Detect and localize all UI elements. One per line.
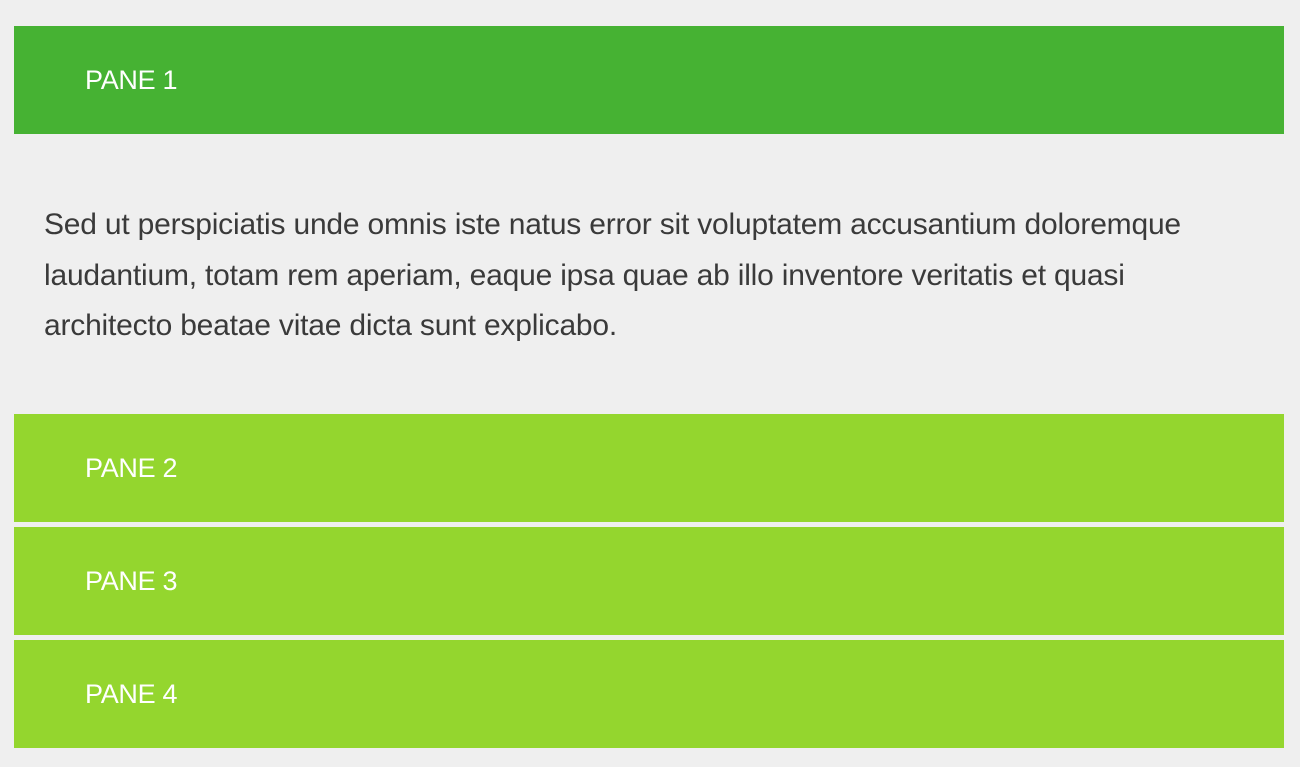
pane-1-content: Sed ut perspiciatis unde omnis iste natu… [44,208,1181,342]
pane-2-header[interactable]: PANE 2 [14,414,1284,522]
pane-1-title: PANE 1 [85,64,178,95]
pane-4-header[interactable]: PANE 4 [14,640,1284,748]
pane-2-title: PANE 2 [85,452,178,483]
pane-4-title: PANE 4 [85,678,178,709]
pane-3-title: PANE 3 [85,565,178,596]
pane-1-body: Sed ut perspiciatis unde omnis iste natu… [14,134,1284,414]
accordion: PANE 1 Sed ut perspiciatis unde omnis is… [14,26,1284,748]
pane-3-header[interactable]: PANE 3 [14,527,1284,635]
pane-1-header[interactable]: PANE 1 [14,26,1284,134]
